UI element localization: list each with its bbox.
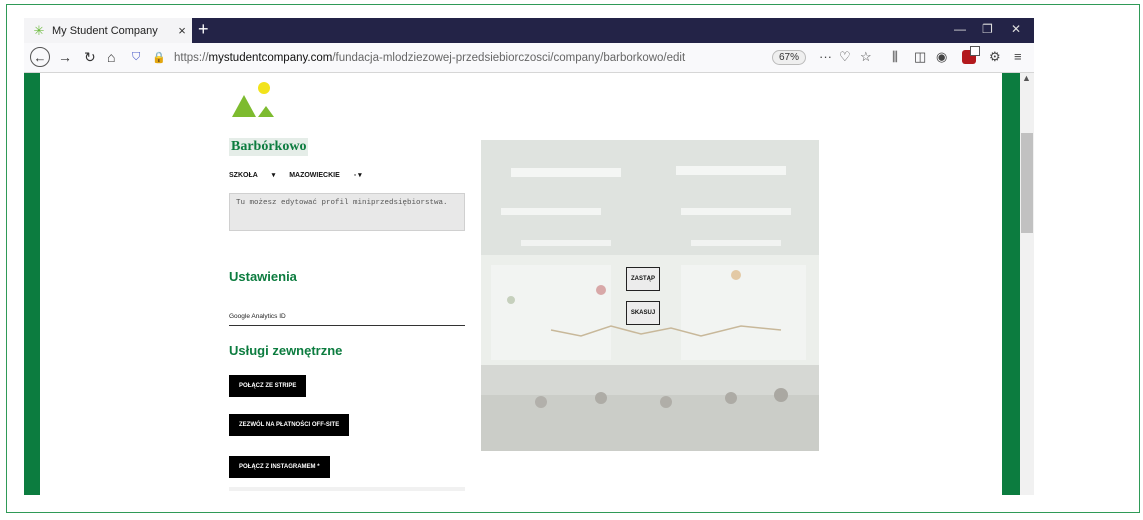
school-dropdown[interactable]: SZKOŁA ▾ (229, 172, 275, 179)
reload-icon[interactable]: ↻ (84, 49, 96, 66)
school-dropdown-label: SZKOŁA (229, 172, 258, 179)
scroll-up-arrow-icon[interactable]: ▲ (1022, 73, 1031, 83)
forward-icon[interactable]: → (58, 49, 72, 65)
extensions-icon[interactable]: ⚙ (989, 49, 1001, 65)
company-name[interactable]: Barbórkowo (229, 138, 309, 156)
library-icon[interactable]: ⫼ (892, 49, 898, 65)
external-services-heading: Usługi zewnętrzne (229, 343, 343, 358)
url-path: /fundacja-mlodziezowej-przedsiebiorczosc… (332, 52, 686, 64)
navigation-bar: ← → ↻ ⌂ ⛉ 🔒 https://mystudentcompany.com… (24, 43, 1034, 73)
back-button-icon[interactable]: ← (30, 47, 50, 67)
close-tab-icon[interactable]: × (172, 23, 192, 38)
tab-title: My Student Company (52, 24, 158, 37)
company-photo[interactable]: ZASTĄP SKASUJ (481, 140, 819, 451)
google-analytics-field[interactable]: Google Analytics ID (229, 313, 286, 320)
tab-bar: ✳ My Student Company × + — ❐ ✕ (24, 18, 1034, 43)
close-window-icon[interactable]: ✕ (1011, 22, 1021, 36)
url-prefix: https:// (174, 52, 209, 64)
bookmark-star-icon[interactable]: ☆ (860, 49, 872, 65)
lock-icon[interactable]: 🔒 (152, 51, 166, 64)
page-actions-icon[interactable]: ··· (819, 49, 832, 64)
page-content: ▲ Barbórkowo SZKOŁA ▾ MAZOWIECKIE ▫ ▾ Tu… (24, 73, 1034, 495)
pocket-icon[interactable]: ♡ (839, 49, 851, 65)
sidebar-icon[interactable]: ◫ (914, 49, 926, 65)
account-icon[interactable]: ◉ (936, 49, 947, 65)
minimize-icon[interactable]: — (954, 22, 966, 36)
right-green-border (1002, 73, 1020, 495)
restore-icon[interactable]: ❐ (982, 22, 993, 36)
company-logo-icon (232, 82, 274, 117)
google-analytics-underline (229, 325, 465, 326)
region-dropdown-label: MAZOWIECKIE (289, 172, 340, 179)
new-tab-icon[interactable]: + (198, 19, 209, 40)
faded-footer-text (229, 487, 465, 491)
connect-stripe-button[interactable]: POŁĄCZ ZE STRIPE (229, 375, 307, 397)
url-domain: mystudentcompany.com (208, 52, 333, 64)
menu-icon[interactable]: ≡ (1014, 49, 1022, 64)
url-bar[interactable]: https://mystudentcompany.com/fundacja-ml… (174, 52, 685, 64)
scrollbar-thumb[interactable] (1021, 133, 1033, 233)
extension-badge (970, 46, 980, 56)
browser-window: ✳ My Student Company × + — ❐ ✕ ← → ↻ ⌂ ⛉… (24, 18, 1034, 495)
allow-offsite-payments-button[interactable]: ZEZWÓL NA PŁATNOŚCI OFF-SITE (229, 414, 350, 436)
delete-photo-button[interactable]: SKASUJ (626, 301, 660, 325)
settings-heading: Ustawienia (229, 269, 297, 284)
classroom-photo-image (481, 140, 819, 451)
profile-dropdowns: SZKOŁA ▾ MAZOWIECKIE ▫ ▾ (229, 171, 374, 179)
site-favicon-icon: ✳ (33, 22, 45, 38)
shield-icon[interactable]: ⛉ (132, 51, 140, 64)
region-dropdown[interactable]: MAZOWIECKIE ▫ ▾ (289, 172, 361, 179)
zoom-indicator[interactable]: 67% (772, 50, 807, 65)
connect-instagram-button[interactable]: POŁĄCZ Z INSTAGRAMEM * (229, 456, 330, 478)
description-textarea[interactable]: Tu możesz edytować profil miniprzedsiębi… (229, 193, 465, 231)
home-icon[interactable]: ⌂ (107, 49, 115, 65)
browser-tab[interactable]: ✳ My Student Company × (24, 18, 192, 43)
replace-photo-button[interactable]: ZASTĄP (626, 267, 660, 291)
left-green-border (24, 73, 40, 495)
